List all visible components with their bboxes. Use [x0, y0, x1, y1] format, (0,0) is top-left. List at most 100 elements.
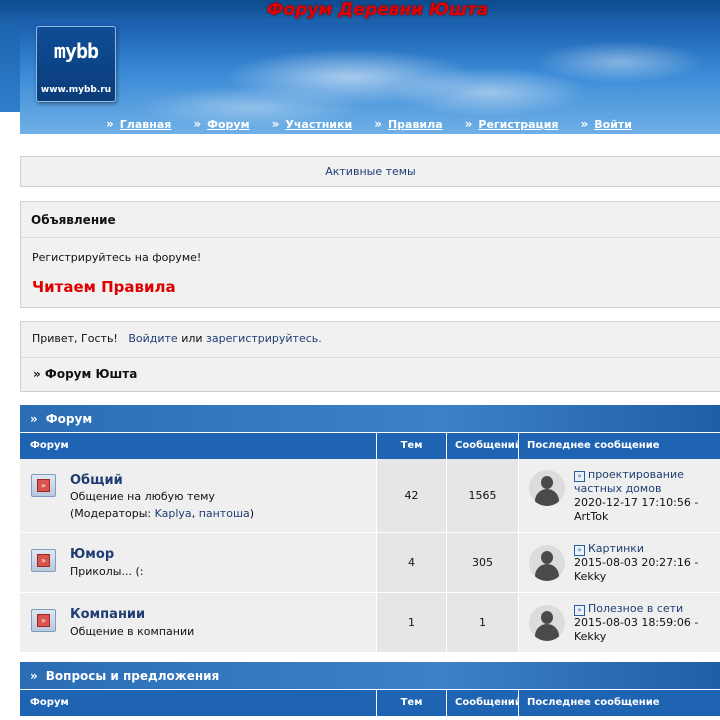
category-header[interactable]: » Форум — [20, 405, 720, 433]
col-topics: Тем — [377, 433, 447, 459]
last-post-cell: » Картинки 2015-08-03 20:27:16 - Kekky — [519, 533, 720, 592]
user-avatar-icon[interactable] — [529, 605, 565, 641]
topic-link-icon[interactable]: » — [574, 471, 585, 482]
posts-count: 1565 — [447, 459, 519, 532]
double-chevron-icon: » — [271, 117, 280, 131]
forum-description: Приколы... (: — [70, 565, 144, 578]
col-last-post: Последнее сообщение — [527, 697, 660, 708]
forum-name[interactable]: Юмор — [70, 547, 114, 562]
col-posts: Сообщений — [447, 690, 519, 716]
active-topics-link[interactable]: Активные темы — [20, 156, 720, 187]
last-topic-link[interactable]: проектирование — [588, 468, 684, 481]
nav-link-home[interactable]: Главная — [120, 118, 172, 131]
guest-greeting: Привет, Гость! — [32, 332, 118, 345]
nav-item-login[interactable]: » Войти — [580, 117, 632, 131]
forum-folder-icon[interactable]: » — [31, 474, 56, 497]
forum-folder-icon[interactable]: » — [31, 609, 56, 632]
last-topic-link[interactable]: Картинки — [588, 542, 644, 555]
table-header: Форум Тем Сообщений Последнее сообщение — [20, 433, 720, 459]
topics-count: 4 — [377, 533, 447, 592]
welcome-box: Привет, Гость! Войдите или зарегистрируй… — [20, 321, 720, 392]
topic-link-icon[interactable]: » — [574, 545, 585, 556]
last-post-info: » Полезное в сети 2015-08-03 18:59:06 - K… — [574, 602, 698, 644]
user-avatar-icon[interactable] — [529, 470, 565, 506]
forum-cell: » Компании Общение в компании — [20, 593, 377, 652]
col-posts: Сообщений — [447, 433, 519, 459]
last-post-author[interactable]: Kekky — [574, 630, 698, 644]
forum-name[interactable]: Компании — [70, 607, 145, 622]
nav-item-forum[interactable]: » Форум — [193, 117, 249, 131]
double-chevron-icon: » — [464, 117, 473, 131]
forum-moderators: (Модераторы: Kaplya, пантоша) — [70, 507, 254, 520]
user-avatar-icon[interactable] — [529, 545, 565, 581]
last-topic-link[interactable]: Полезное в сети — [588, 602, 683, 615]
nav-link-members[interactable]: Участники — [285, 118, 352, 131]
forum-folder-icon[interactable]: » — [31, 549, 56, 572]
last-post-info: » проектирование частных домов 2020-12-17… — [574, 468, 698, 524]
table-header: Форум Тем Сообщений Последнее сообщение — [20, 690, 720, 716]
last-post-date: 2020-12-17 17:10:56 - — [574, 496, 699, 509]
double-chevron-icon: » — [580, 117, 589, 131]
forum-description: Общение на любую тему — [70, 490, 215, 503]
last-post-author[interactable]: ArtTok — [574, 510, 698, 524]
logo-url: www.mybb.ru — [40, 85, 112, 95]
nav-link-login[interactable]: Войти — [594, 118, 632, 131]
double-chevron-icon: » — [193, 117, 202, 131]
forum-row: » Компании Общение в компании 1 1 » Полез… — [20, 593, 720, 653]
announcement-heading: Объявление — [21, 202, 720, 238]
site-title: Форум Деревни Юшта — [266, 0, 489, 20]
col-forum: Форум — [20, 433, 377, 459]
topics-count: 42 — [377, 459, 447, 532]
nav-item-home[interactable]: » Главная — [106, 117, 171, 131]
nav-item-members[interactable]: » Участники — [272, 117, 353, 131]
moderator-link[interactable]: Kaplya — [155, 507, 192, 520]
col-last-post: Последнее сообщение — [527, 440, 660, 451]
announcement-box: Объявление Регистрируйтесь на форуме! Чи… — [20, 201, 720, 308]
logo-mark: mybb — [53, 39, 99, 63]
forum-cell: » Общий Общение на любую тему (Модератор… — [20, 459, 377, 532]
last-topic-link-cont[interactable]: частных домов — [574, 482, 698, 496]
category-title: Вопросы и предложения — [45, 669, 220, 683]
posts-count: 1 — [447, 593, 519, 652]
login-link[interactable]: Войдите — [128, 332, 177, 345]
last-post-author[interactable]: Kekky — [574, 570, 698, 584]
nav-link-rules[interactable]: Правила — [388, 118, 443, 131]
welcome-divider — [21, 357, 720, 358]
mods-suffix: ) — [249, 507, 255, 520]
double-chevron-icon: » — [374, 117, 382, 131]
last-post-date: 2015-08-03 20:27:16 - — [574, 556, 699, 569]
register-link[interactable]: зарегистрируйтесь. — [206, 332, 322, 345]
forum-row: » Общий Общение на любую тему (Модератор… — [20, 459, 720, 533]
double-chevron-icon: » — [30, 669, 38, 683]
announcement-text: Регистрируйтесь на форуме! — [32, 251, 202, 264]
moderator-link[interactable]: пантоша — [199, 507, 250, 520]
double-chevron-icon: » — [30, 412, 38, 426]
double-chevron-icon: » — [106, 117, 114, 131]
last-post-cell: » Полезное в сети 2015-08-03 18:59:06 - K… — [519, 593, 720, 652]
category-title: Форум — [45, 412, 93, 426]
topic-link-icon[interactable]: » — [574, 605, 585, 616]
category-header[interactable]: » Вопросы и предложения — [20, 662, 720, 690]
forum-row: » Юмор Приколы... (: 4 305 » Картинки 201… — [20, 533, 720, 593]
nav-link-forum[interactable]: Форум — [207, 118, 250, 131]
nav-link-register[interactable]: Регистрация — [478, 118, 558, 131]
last-post-cell: » проектирование частных домов 2020-12-17… — [519, 459, 720, 532]
nav-item-rules[interactable]: » Правила — [374, 117, 442, 131]
site-logo[interactable]: mybb www.mybb.ru — [36, 26, 116, 102]
last-post-date: 2015-08-03 18:59:06 - — [574, 616, 699, 629]
category-questions: » Вопросы и предложения Форум Тем Сообщен… — [20, 662, 720, 716]
breadcrumb[interactable]: » Форум Юшта — [33, 367, 137, 381]
posts-count: 305 — [447, 533, 519, 592]
category-forum: » Форум Форум Тем Сообщений Последнее соо… — [20, 405, 720, 653]
col-forum: Форум — [20, 690, 377, 716]
header-banner: mybb www.mybb.ru » Главная » Форум » Уча… — [20, 22, 720, 134]
main-nav: » Главная » Форум » Участники » Правила … — [106, 114, 654, 134]
nav-item-register[interactable]: » Регистрация — [465, 117, 559, 131]
forum-cell: » Юмор Приколы... (: — [20, 533, 377, 592]
forum-description: Общение в компании — [70, 625, 195, 638]
col-topics: Тем — [377, 690, 447, 716]
last-post-info: » Картинки 2015-08-03 20:27:16 - Kekky — [574, 542, 698, 584]
forum-name[interactable]: Общий — [70, 473, 123, 488]
header-left-band — [0, 22, 20, 112]
welcome-line: Привет, Гость! Войдите или зарегистрируй… — [32, 332, 322, 345]
